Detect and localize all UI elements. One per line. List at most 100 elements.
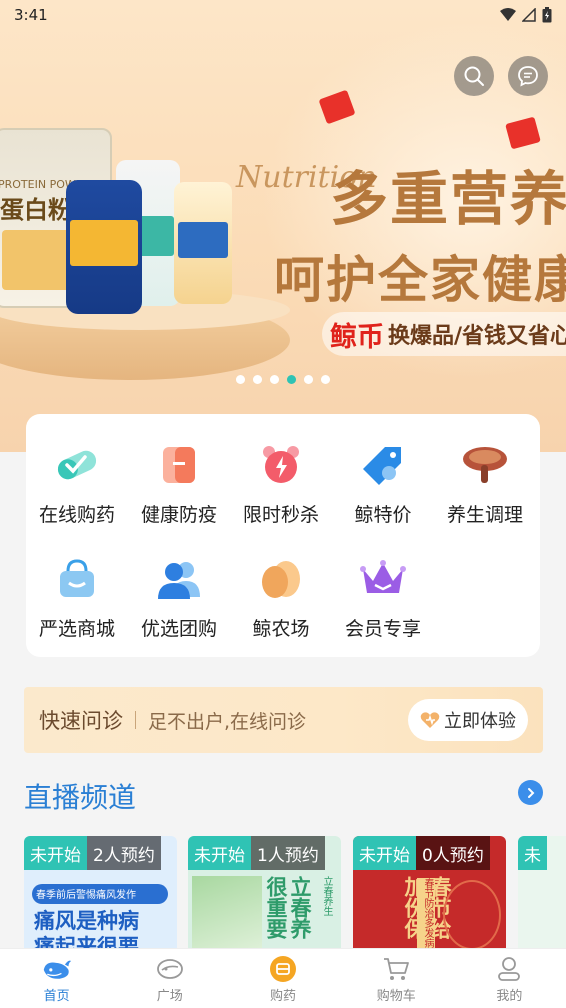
carousel-dot-active[interactable] xyxy=(287,375,296,384)
menu-item-label: 健康防疫 xyxy=(140,504,217,526)
live-card[interactable]: 春节给 加份保 春节防治多发病 未开始 0人预约 xyxy=(353,836,506,956)
nav-label: 广场 xyxy=(156,989,183,1004)
status-time: 3:41 xyxy=(14,6,48,24)
live-card[interactable]: 春季前后警惕痛风发作 痛风是种病 痛起来很要命 未开始 2人预约 xyxy=(24,836,177,956)
menu-item-group-buy[interactable]: 优选团购 xyxy=(128,554,230,641)
signal-icon xyxy=(522,8,536,22)
live-card-caption: 春节给 加份保 xyxy=(402,876,452,939)
egg-icon xyxy=(256,554,306,604)
menu-item-label: 在线购药 xyxy=(38,504,115,526)
live-more-button[interactable] xyxy=(518,780,543,805)
live-reserve-count: 1人预约 xyxy=(251,836,325,870)
quick-consult-banner[interactable]: 快速问诊 足不出户,在线问诊 立即体验 xyxy=(24,687,543,753)
live-card-tags: 未开始 0人预约 xyxy=(353,836,490,870)
live-card-decoration xyxy=(443,880,501,950)
menu-item-online-pharmacy[interactable]: 在线购药 xyxy=(26,440,128,527)
medical-kit-icon xyxy=(154,440,204,490)
menu-item-label: 优选团购 xyxy=(140,618,217,640)
try-now-label: 立即体验 xyxy=(444,711,516,732)
product-label: 蛋白粉 xyxy=(0,196,72,224)
chat-bubble-icon xyxy=(518,66,538,87)
calcium-bottle xyxy=(66,180,142,314)
live-status-badge: 未开始 xyxy=(188,836,251,870)
nav-label: 首页 xyxy=(43,989,70,1004)
hero-banner[interactable]: 3:41 PROTEIN POWDER 蛋白粉 Nutrition 多重营养 呵… xyxy=(0,0,566,452)
live-card-caption-top: 立春养生 xyxy=(321,876,332,916)
whale-home-icon xyxy=(42,955,72,983)
menu-item-label: 严选商城 xyxy=(38,618,115,640)
menu-item-label: 养生调理 xyxy=(446,504,523,526)
consult-subtitle: 足不出户,在线问诊 xyxy=(148,710,307,733)
message-button[interactable] xyxy=(508,56,548,96)
banner-headline: 多重营养 xyxy=(330,165,566,233)
cart-icon xyxy=(381,955,411,983)
carousel-dot[interactable] xyxy=(270,375,279,384)
menu-item-label: 鲸特价 xyxy=(354,504,412,526)
alarm-clock-icon xyxy=(256,440,306,490)
live-channel-title: 直播频道 xyxy=(24,781,137,814)
nav-tab-plaza[interactable]: 广场 xyxy=(113,949,226,1008)
menu-item-label: 会员专享 xyxy=(344,618,421,640)
crown-icon xyxy=(358,554,408,604)
menu-item-wellness[interactable]: 养生调理 xyxy=(434,440,536,527)
wifi-icon xyxy=(500,8,516,21)
menu-item-label: 鲸农场 xyxy=(252,618,310,640)
live-card-tags: 未开始 2人预约 xyxy=(24,836,161,870)
shopping-bag-icon xyxy=(52,554,102,604)
carousel-dots[interactable] xyxy=(236,375,330,384)
bottle-label xyxy=(70,220,138,266)
nav-tab-buy-medicine[interactable]: 购药 xyxy=(226,949,339,1008)
supplement-bottle xyxy=(174,182,232,304)
live-card[interactable]: 立春养 很重要 立春养生 未开始 1人预约 xyxy=(188,836,341,956)
nav-label: 购药 xyxy=(270,989,297,1004)
banner-promo-text: 换爆品/省钱又省心 xyxy=(388,324,566,349)
banner-promo-tag: 鲸币 换爆品/省钱又省心 xyxy=(322,312,566,356)
menu-item-selected-mall[interactable]: 严选商城 xyxy=(26,554,128,641)
heart-icon xyxy=(420,712,440,728)
live-card-image xyxy=(192,876,262,956)
menu-item-health-prevention[interactable]: 健康防疫 xyxy=(128,440,230,527)
live-reserve-count: 0人预约 xyxy=(416,836,490,870)
live-card[interactable]: 未 xyxy=(518,836,566,956)
banner-coin-text: 鲸币 xyxy=(330,321,384,353)
price-tag-icon xyxy=(358,440,408,490)
lingzhi-mushroom-icon xyxy=(460,440,510,490)
search-icon xyxy=(464,66,484,86)
nav-tab-home[interactable]: 首页 xyxy=(0,949,113,1008)
carousel-dot[interactable] xyxy=(321,375,330,384)
status-bar: 3:41 xyxy=(0,0,566,30)
banner-subheadline: 呵护全家健康 xyxy=(274,250,566,309)
carousel-dot[interactable] xyxy=(304,375,313,384)
square-plaza-icon xyxy=(155,955,185,983)
carousel-dot[interactable] xyxy=(253,375,262,384)
search-button[interactable] xyxy=(454,56,494,96)
live-card-caption: 立春养 很重要 xyxy=(264,876,312,939)
menu-item-label: 限时秒杀 xyxy=(242,504,319,526)
pill-icon xyxy=(52,440,102,490)
menu-item-member-exclusive[interactable]: 会员专享 xyxy=(332,554,434,641)
consult-title: 快速问诊 xyxy=(39,709,123,733)
bottle-label xyxy=(178,222,228,258)
divider xyxy=(135,711,136,729)
nav-tab-profile[interactable]: 我的 xyxy=(453,949,566,1008)
live-card-tags: 未 xyxy=(518,836,547,870)
menu-item-whale-deals[interactable]: 鲸特价 xyxy=(332,440,434,527)
live-status-badge: 未开始 xyxy=(24,836,87,870)
battery-icon xyxy=(542,7,552,23)
menu-item-flash-sale[interactable]: 限时秒杀 xyxy=(230,440,332,527)
live-card-tags: 未开始 1人预约 xyxy=(188,836,325,870)
live-reserve-count: 2人预约 xyxy=(87,836,161,870)
buy-medicine-icon xyxy=(268,955,298,983)
menu-item-whale-farm[interactable]: 鲸农场 xyxy=(230,554,332,641)
bottom-navigation: 首页 广场 购药 购物车 我的 xyxy=(0,948,566,1008)
nav-label: 购物车 xyxy=(376,989,416,1004)
group-users-icon xyxy=(154,554,204,604)
carousel-dot[interactable] xyxy=(236,375,245,384)
status-icons xyxy=(500,7,552,23)
live-status-badge: 未 xyxy=(518,836,547,870)
live-card-caption-top: 春节防治多发病 xyxy=(417,878,435,954)
category-menu: 在线购药 健康防疫 限时秒杀 鲸特价 养生调理 严选商城 优选团购 鲸农场 会员… xyxy=(26,414,540,657)
live-status-badge: 未开始 xyxy=(353,836,416,870)
try-now-button[interactable]: 立即体验 xyxy=(408,699,528,741)
nav-tab-cart[interactable]: 购物车 xyxy=(340,949,453,1008)
